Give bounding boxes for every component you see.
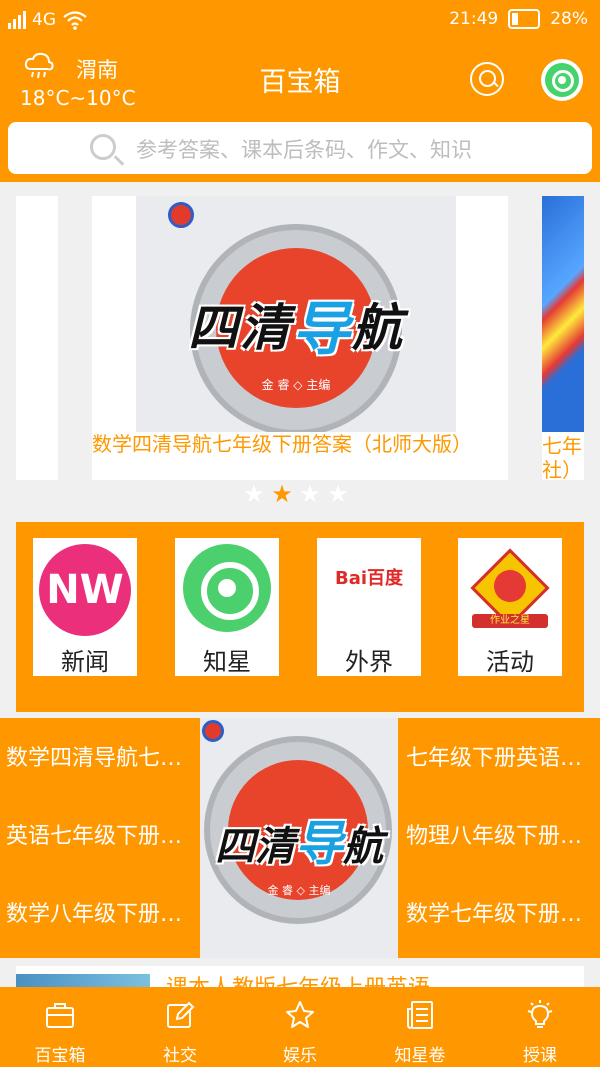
next-book-cover-image [542, 196, 584, 432]
search-placeholder: 参考答案、课本后条码、作文、知识 [136, 138, 472, 162]
book-cover-author: 金 睿 ◇ 主编 [261, 378, 331, 392]
next-carousel-caption: 七年 社） [542, 434, 582, 480]
grid-cover-author: 金 睿 ◇ 主编 [267, 884, 331, 897]
book-cover-image: 四清导航 金 睿 ◇ 主编 [136, 196, 456, 432]
tab-label: 百宝箱 [34, 1046, 86, 1066]
tab-label: 授课 [523, 1046, 557, 1066]
status-left: 4G [8, 10, 88, 30]
page-dot[interactable]: ★ [299, 480, 321, 508]
page-title: 百宝箱 [259, 67, 341, 98]
tab-zhixing-paper[interactable]: 知星卷 [360, 987, 480, 1067]
clock: 21:49 [449, 9, 499, 29]
baidu-logo-icon: Bai百度 [334, 568, 404, 589]
tab-teaching[interactable]: 授课 [480, 987, 600, 1067]
search-input[interactable]: 参考答案、课本后条码、作文、知识 [8, 122, 592, 174]
briefcase-icon [46, 1003, 74, 1028]
grid-cover-title: 四清导航 [214, 816, 383, 872]
app-header: 渭南 18°C~10°C 百宝箱 [0, 42, 600, 114]
edit-icon [167, 1001, 195, 1028]
shortcut-label: 知星 [203, 648, 251, 676]
grid-book-cover[interactable]: 四清导航 金 睿 ◇ 主编 [200, 718, 398, 958]
shortcut-label: 新闻 [61, 648, 109, 676]
zhixing-icon [183, 544, 271, 632]
banner-carousel[interactable]: 四清导航 金 睿 ◇ 主编 数学四清导航七年级下册答案（北师大版） 七年 社） … [0, 182, 600, 512]
zhixing-logo-icon[interactable] [541, 59, 583, 101]
search-bar: 参考答案、课本后条码、作文、知识 [0, 114, 600, 182]
signal-icon [8, 11, 26, 29]
grid-item[interactable]: 数学七年级下册… [400, 876, 598, 954]
grid-item[interactable]: 物理八年级下册… [400, 798, 598, 876]
newspaper-icon [407, 1001, 433, 1029]
shortcut-news[interactable]: NW 新闻 [33, 538, 137, 676]
grid-item[interactable]: 英语七年级下册… [0, 798, 198, 876]
news-icon: NW [39, 544, 131, 636]
search-icon[interactable] [470, 62, 504, 96]
tab-label: 社交 [163, 1046, 197, 1066]
battery-icon [508, 9, 541, 29]
page-dot[interactable]: ★ [327, 480, 349, 508]
status-bar: 4G 21:49 28% [0, 0, 600, 42]
book-cover-title: 四清导航 [187, 295, 404, 363]
carousel-card-prev[interactable] [16, 196, 58, 480]
status-right: 21:49 28% [449, 9, 588, 29]
shortcut-activity[interactable]: 作业之星 活动 [458, 538, 562, 676]
grid-item[interactable]: 数学八年级下册… [0, 876, 198, 954]
shortcut-outside[interactable]: Bai百度 外界 [317, 538, 421, 676]
tab-entertainment[interactable]: 娱乐 [240, 987, 360, 1067]
battery-percent: 28% [550, 9, 588, 29]
tab-baibaoxiang[interactable]: 百宝箱 [0, 987, 120, 1067]
carousel-card-next[interactable]: 七年 社） [542, 196, 584, 480]
featured-grid: 数学四清导航七… 英语七年级下册… 数学八年级下册… 四清导航 金 睿 ◇ 主编… [0, 718, 600, 958]
bottom-tab-bar: 百宝箱 社交 娱乐 知星卷 授课 [0, 987, 600, 1067]
grid-item[interactable]: 七年级下册英语… [400, 720, 598, 798]
shortcut-label: 活动 [486, 648, 534, 676]
magnifier-icon [90, 134, 116, 160]
shortcut-row: NW 新闻 知星 Bai百度 外界 作业之星 活动 [16, 522, 584, 712]
page-dot[interactable]: ★ [243, 480, 265, 508]
publisher-badge-icon [168, 202, 194, 228]
network-type: 4G [32, 10, 56, 30]
lightbulb-icon [527, 1000, 553, 1028]
grid-item[interactable]: 数学四清导航七… [0, 720, 198, 798]
tab-label: 知星卷 [394, 1046, 446, 1066]
star-icon [286, 1001, 314, 1028]
carousel-pagination: ★ ★ ★ ★ [243, 480, 349, 508]
wifi-icon [63, 11, 87, 30]
page-dot-active[interactable]: ★ [271, 480, 293, 508]
tab-label: 娱乐 [283, 1046, 317, 1066]
homework-star-icon: 作业之星 [468, 548, 552, 628]
carousel-card-current[interactable]: 四清导航 金 睿 ◇ 主编 数学四清导航七年级下册答案（北师大版） [92, 196, 508, 480]
shortcut-label: 外界 [345, 648, 393, 676]
tab-social[interactable]: 社交 [120, 987, 240, 1067]
publisher-badge-icon [202, 720, 224, 742]
carousel-caption: 数学四清导航七年级下册答案（北师大版） [92, 432, 472, 456]
shortcut-zhixing[interactable]: 知星 [175, 538, 279, 676]
